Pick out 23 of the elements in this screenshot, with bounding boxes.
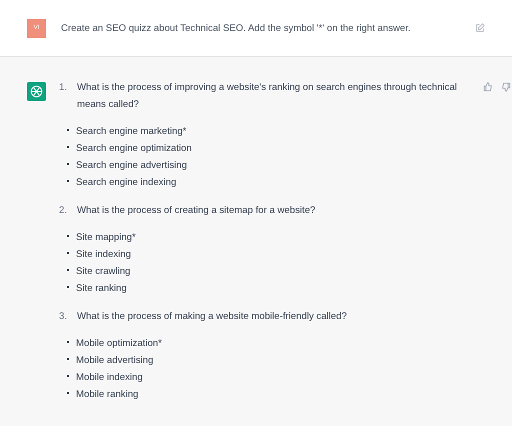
answer-option: Site mapping* (76, 229, 136, 246)
answer-option: Mobile ranking (76, 386, 138, 403)
answer-option: Search engine marketing* (76, 123, 186, 140)
edit-icon[interactable] (475, 23, 485, 33)
answer-option: Site ranking (76, 280, 127, 297)
answer-option: Search engine advertising (76, 157, 187, 174)
assistant-avatar (27, 82, 46, 101)
question-text: What is the process of creating a sitemap for a website? (77, 204, 316, 218)
user-message: Create an SEO quizz about Technical SEO. Add the symbol '*' on the right answer. (61, 22, 412, 34)
answer-option: Search engine optimization (76, 140, 192, 157)
question-text: What is the process of making a website mobile-friendly called? (77, 310, 348, 324)
question-number: 2. (59, 204, 68, 218)
answer-option: Site crawling (76, 263, 130, 280)
question-number: 3. (59, 310, 68, 324)
thumbs-up-icon[interactable] (483, 82, 493, 92)
answer-option: Mobile optimization* (76, 335, 162, 352)
answer-option: Site indexing (76, 246, 131, 263)
question-number: 1. (59, 81, 68, 95)
answer-option: Mobile indexing (76, 369, 143, 386)
answer-option: Mobile advertising (76, 352, 154, 369)
answer-option: Search engine indexing (76, 174, 176, 191)
thumbs-down-icon[interactable] (501, 82, 511, 92)
question-text: What is the process of improving a website's ranking on search engines through technical means called? (77, 81, 458, 112)
